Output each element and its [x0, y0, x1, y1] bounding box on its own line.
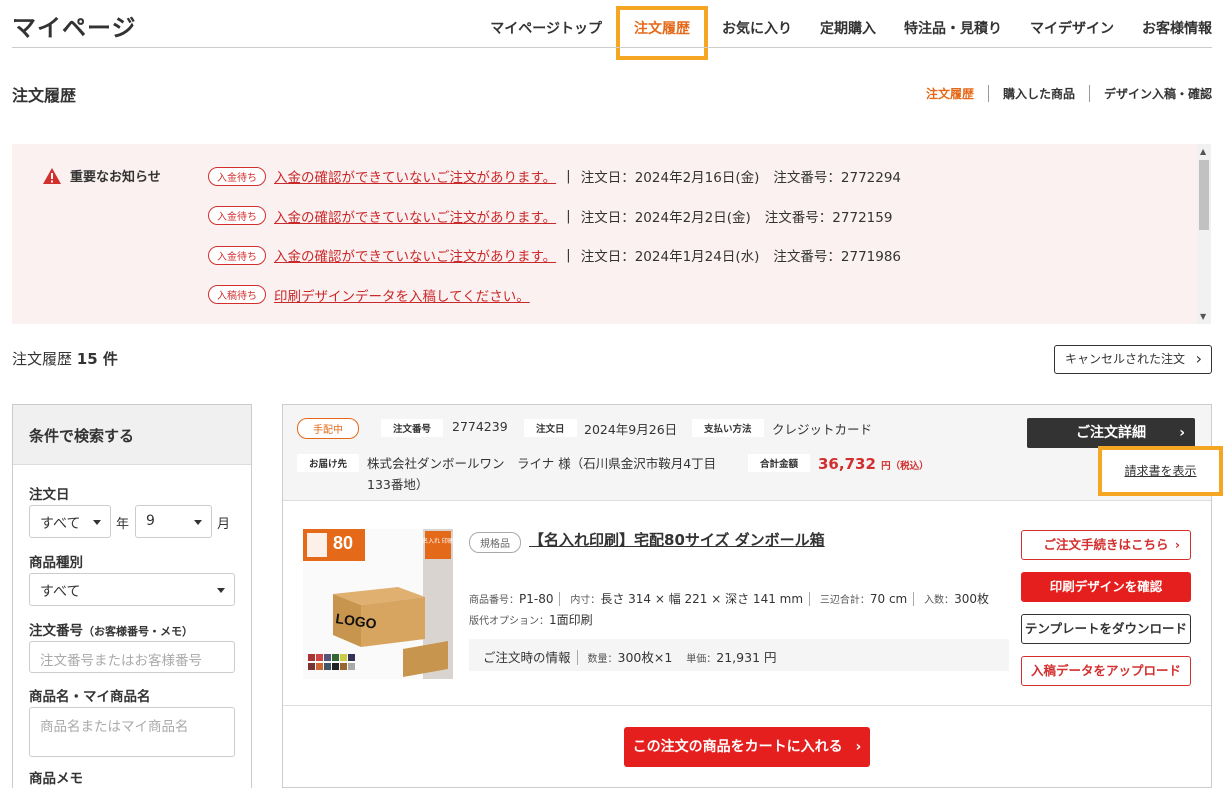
order-number-input[interactable]: 注文番号またはお客様番号: [29, 641, 235, 673]
month-unit: 月: [217, 517, 231, 532]
notice-order-number: 注文番号：2772159: [764, 209, 893, 226]
notice-order-number: 注文番号：2771986: [773, 249, 902, 265]
scrollbar-thumb[interactable]: [1199, 160, 1209, 230]
order-date-label: 注文日: [524, 419, 577, 437]
separator: |: [566, 168, 571, 184]
order-header: 手配中 注文番号 2774239 注文日 2024年9月26日 支払い方法 クレ…: [283, 405, 1211, 501]
order-procedure-button[interactable]: ご注文手続きはこちら ›: [1021, 530, 1191, 560]
notice-link[interactable]: 入金の確認ができていないご注文があります。: [274, 166, 556, 186]
product-title-link[interactable]: 【名入れ印刷】宅配80サイズ ダンボール箱: [529, 529, 825, 550]
product-type-label: 商品種別: [29, 555, 83, 571]
invoice-link[interactable]: 請求書を表示: [1098, 446, 1223, 496]
order-count: 注文履歴 15 件: [12, 350, 118, 368]
order-time-info: ご注文時の情報 数量：300枚×1 単価：21,931 円: [469, 639, 1009, 671]
subnav-purchased-items[interactable]: 購入した商品: [987, 85, 1089, 102]
order-number-value: 2774239: [452, 419, 508, 434]
search-sidebar: 条件で検索する 注文日 すべて 年 9 月 商品種別 すべて 注文番号（お客様番…: [12, 404, 252, 788]
notice-link[interactable]: 入金の確認ができていないご注文があります。: [274, 206, 556, 226]
nav-subscription[interactable]: 定期購入: [806, 18, 890, 60]
download-template-button[interactable]: テンプレートをダウンロード: [1021, 614, 1191, 644]
notice-date: 注文日：2024年2月2日(金): [580, 209, 751, 226]
payment-value: クレジットカード: [772, 422, 873, 437]
product-option: 版代オプション：1面印刷: [469, 613, 593, 627]
scroll-up-icon[interactable]: ▲: [1200, 147, 1206, 156]
status-tag: 入金待ち: [208, 206, 266, 225]
payment-label: 支払い方法: [692, 419, 764, 437]
cancelled-orders-button[interactable]: キャンセルされた注文: [1053, 345, 1212, 374]
nav-order-history[interactable]: 注文履歴: [616, 6, 708, 60]
product-name-input[interactable]: 商品名またはマイ商品名: [29, 707, 235, 757]
nav-my-design[interactable]: マイデザイン: [1016, 18, 1128, 60]
notice-link[interactable]: 入金の確認ができていないご注文があります。: [274, 245, 556, 265]
top-nav: マイページトップ 注文履歴 お気に入り 定期購入 特注品・見積り マイデザイン …: [476, 6, 1212, 60]
subnav-design-upload[interactable]: デザイン入稿・確認: [1088, 85, 1212, 102]
notice-link[interactable]: 印刷デザインデータを入稿してください。: [274, 285, 530, 305]
spec-tag: 規格品: [469, 532, 521, 553]
add-to-cart-button[interactable]: この注文の商品をカートに入れる ›: [624, 727, 870, 767]
chevron-right-icon: ›: [1174, 537, 1180, 552]
upload-data-button[interactable]: 入稿データをアップロード: [1021, 656, 1191, 686]
order-detail-button[interactable]: ご注文詳細: [1027, 418, 1195, 448]
product-memo-label: 商品メモ: [29, 771, 83, 787]
scroll-down-icon[interactable]: ▼: [1200, 312, 1206, 321]
page-title: マイページ: [12, 14, 137, 42]
order-number-label: 注文番号: [381, 419, 444, 437]
month-select[interactable]: 9: [135, 505, 212, 538]
nav-mypage-top[interactable]: マイページトップ: [476, 18, 616, 60]
status-tag: 入金待ち: [208, 245, 266, 265]
notice-order-number: 注文番号：2772294: [773, 170, 902, 186]
order-number-label: 注文番号（お客様番号・メモ）: [29, 623, 193, 639]
product-name-label: 商品名・マイ商品名: [29, 689, 151, 705]
product-type-select[interactable]: すべて: [29, 573, 235, 606]
year-select[interactable]: すべて: [29, 505, 111, 538]
important-notice: 重要なお知らせ 入金待ち 入金の確認ができていないご注文があります。 | 注文日…: [12, 144, 1211, 324]
ship-to-label: お届け先: [297, 454, 360, 472]
nav-customer-info[interactable]: お客様情報: [1128, 18, 1212, 60]
order-status-badge: 手配中: [297, 418, 359, 439]
warning-icon: [43, 167, 61, 184]
product-image: 80 名入れ 印刷 LOGO: [303, 529, 453, 679]
ship-to-line2: 133番地）: [367, 477, 429, 492]
total-amount: 36,732 円（税込）: [818, 455, 929, 473]
status-tag: 入金待ち: [208, 166, 266, 186]
notice-date: 注文日：2024年1月24日(水): [580, 249, 760, 265]
separator: |: [566, 247, 571, 263]
ship-to-line1: 株式会社ダンボールワン ライナ 様（石川県金沢市鞍月4丁目: [367, 456, 717, 471]
nav-favorites[interactable]: お気に入り: [708, 18, 806, 60]
status-tag: 入稿待ち: [208, 285, 266, 304]
order-card: 手配中 注文番号 2774239 注文日 2024年9月26日 支払い方法 クレ…: [282, 404, 1223, 788]
check-print-design-button[interactable]: 印刷デザインを確認: [1021, 572, 1191, 602]
notice-row: 入金待ち 入金の確認ができていないご注文があります。 | 注文日：2024年2月…: [208, 166, 901, 186]
notice-row: 入稿待ち 印刷デザインデータを入稿してください。: [208, 285, 901, 305]
nav-custom-quote[interactable]: 特注品・見積り: [890, 18, 1016, 60]
year-unit: 年: [116, 517, 130, 532]
product-specs: 商品番号：P1-80 内寸：長さ 314 × 幅 221 × 深さ 141 mm…: [469, 592, 989, 606]
chevron-right-icon: ›: [855, 739, 862, 755]
separator: |: [566, 207, 571, 224]
notice-row: 入金待ち 入金の確認ができていないご注文があります。 | 注文日：2024年1月…: [208, 245, 901, 265]
print-badge: 名入れ 印刷: [422, 537, 453, 545]
notice-scrollbar[interactable]: ▲ ▼: [1197, 144, 1211, 324]
notice-label: 重要なお知らせ: [42, 166, 161, 185]
notice-row: 入金待ち 入金の確認ができていないご注文があります。 | 注文日：2024年2月…: [208, 206, 901, 226]
order-divider: [283, 705, 1211, 706]
order-date-label: 注文日: [29, 487, 70, 503]
size-label: 80: [333, 533, 353, 553]
sub-nav: 注文履歴 購入した商品 デザイン入稿・確認: [912, 85, 1212, 102]
total-label: 合計金額: [748, 454, 811, 472]
header-divider: [12, 47, 1212, 48]
section-title: 注文履歴: [12, 86, 77, 105]
subnav-order-history[interactable]: 注文履歴: [912, 85, 988, 102]
notice-date: 注文日：2024年2月16日(金): [580, 170, 760, 186]
order-date-value: 2024年9月26日: [584, 422, 678, 437]
search-title: 条件で検索する: [13, 405, 251, 465]
notice-rows: 入金待ち 入金の確認ができていないご注文があります。 | 注文日：2024年2月…: [208, 166, 901, 324]
